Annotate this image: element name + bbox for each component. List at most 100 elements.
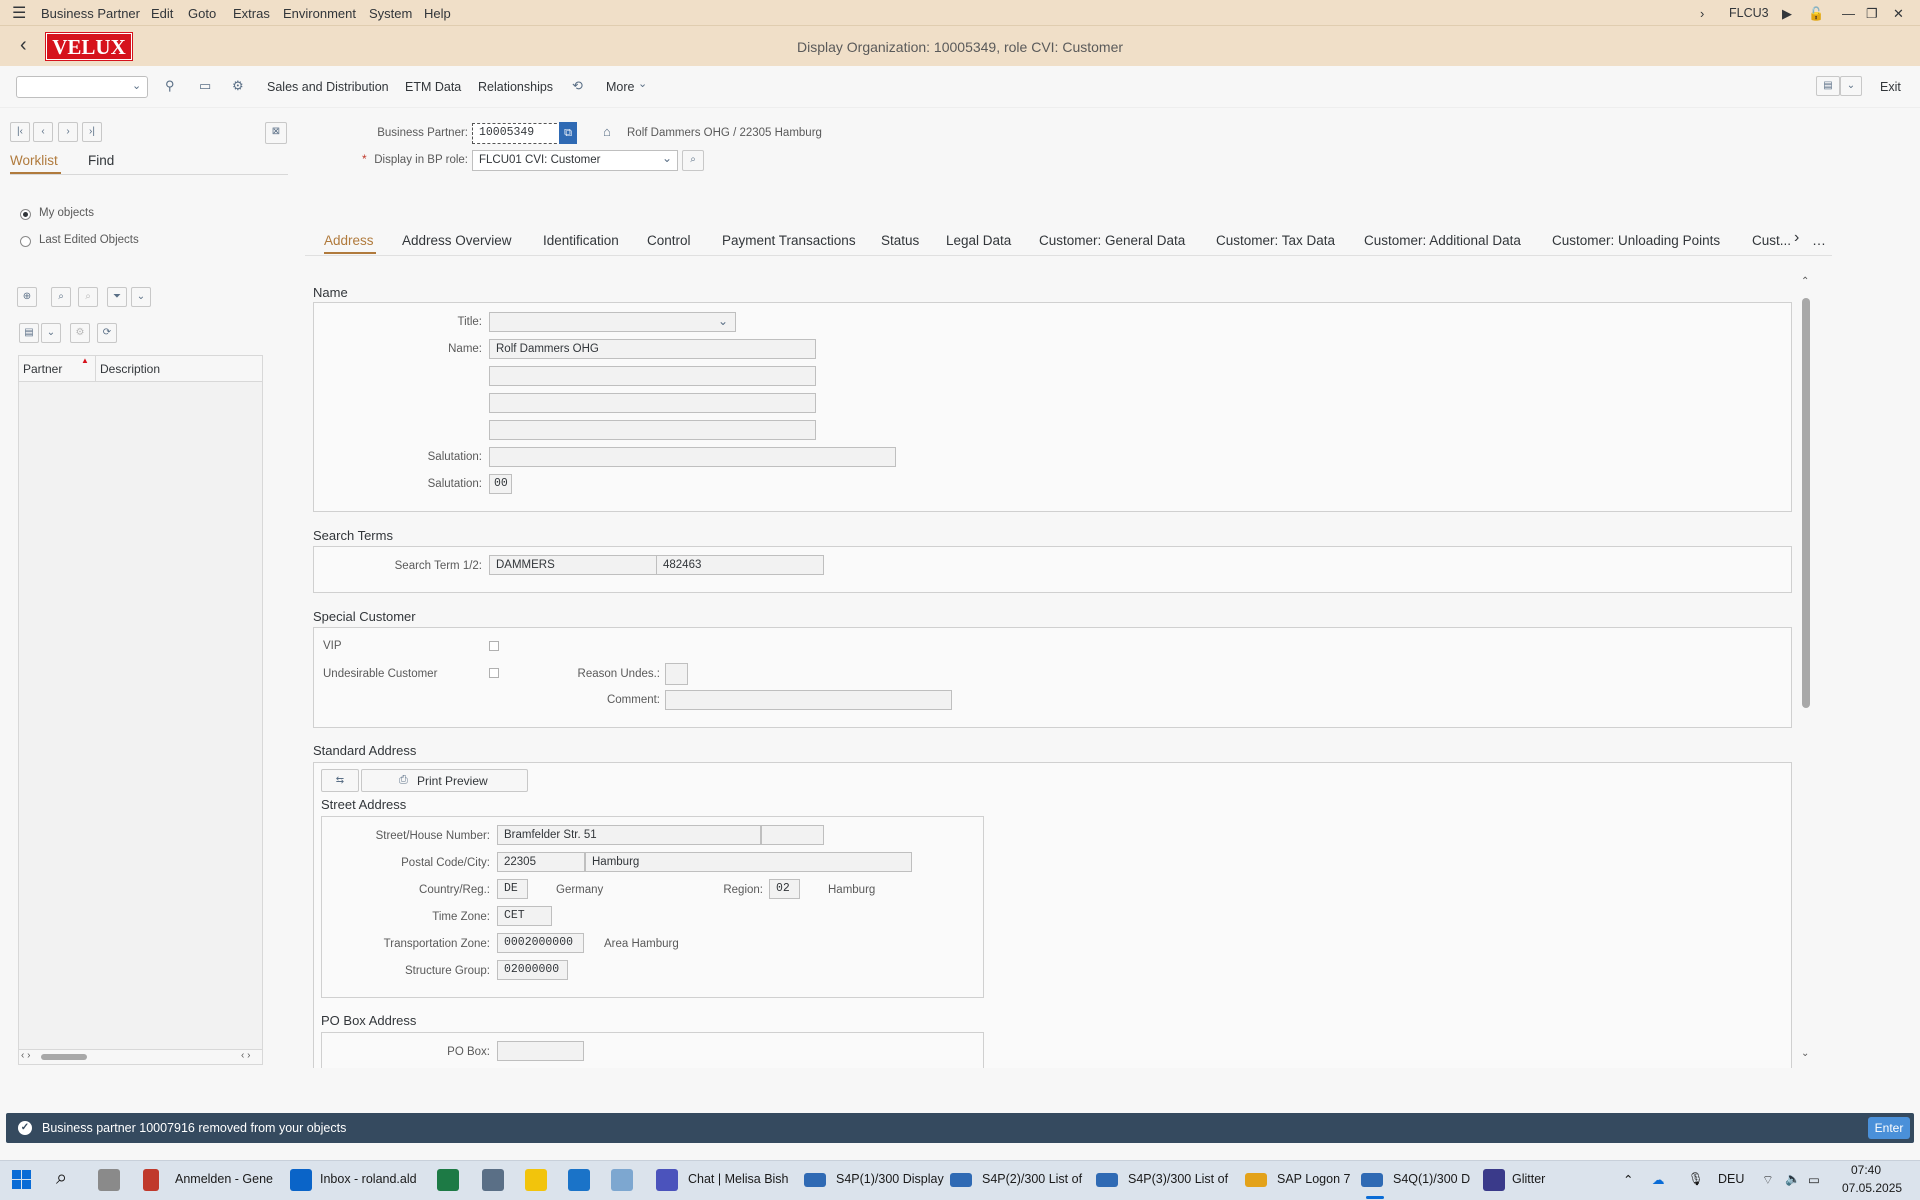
relationships-button[interactable]: Relationships [478, 80, 553, 94]
bp-role-select[interactable]: FLCU01 CVI: Customer [472, 150, 678, 171]
outlook-icon[interactable] [290, 1169, 312, 1191]
menu-extras[interactable]: Extras [233, 6, 270, 21]
undesirable-checkbox[interactable] [489, 668, 499, 678]
sap-gui-icon-1[interactable] [804, 1173, 826, 1187]
print-preview-button[interactable]: ⎙ Print Preview [361, 769, 528, 792]
taskbar-app-s4p1[interactable]: S4P(1)/300 Display [836, 1172, 944, 1186]
reason-field[interactable] [665, 663, 688, 685]
previous-page-icon[interactable]: ‹ [33, 122, 53, 142]
search-taskbar-icon[interactable]: ⌕ [56, 1167, 67, 1190]
taskbar-app-inbox[interactable]: Inbox - roland.ald [320, 1172, 417, 1186]
taskbar-app-s4p3[interactable]: S4P(3)/300 List of [1128, 1172, 1228, 1186]
tab-legal-data[interactable]: Legal Data [946, 233, 1011, 248]
zoom-in-icon[interactable]: ⊕ [17, 287, 37, 307]
restore-icon[interactable]: ❐ [1866, 6, 1878, 22]
excel-icon[interactable] [437, 1169, 459, 1191]
filter-icon[interactable]: ⏷ [107, 287, 127, 307]
hamburger-menu-icon[interactable]: ☰ [12, 3, 26, 23]
close-icon[interactable]: ✕ [1893, 6, 1904, 22]
chevron-down-icon[interactable]: ⌄ [132, 79, 141, 92]
taskbar-app-anmelden[interactable]: Anmelden - Gene [175, 1172, 273, 1186]
tool-icon[interactable]: ⚙ [232, 78, 244, 94]
bp-number-field[interactable]: 10005349 [472, 123, 562, 144]
taskbar-time[interactable]: 07:40 [1851, 1163, 1881, 1177]
city-field[interactable]: Hamburg [585, 852, 912, 872]
search-next-icon[interactable]: ⌕ [78, 287, 98, 307]
collapse-panel-icon[interactable]: ⊠ [265, 122, 287, 144]
volume-icon[interactable]: 🔈 [1785, 1172, 1801, 1187]
menu-edit[interactable]: Edit [151, 6, 173, 21]
tab-address[interactable]: Address [324, 233, 374, 248]
search-icon[interactable]: ⌕ [51, 287, 71, 307]
calculator-icon[interactable] [482, 1169, 504, 1191]
layout-chevron-down-icon[interactable]: ⌄ [1840, 76, 1862, 96]
col-description[interactable]: Description [100, 362, 160, 376]
radio-my-objects[interactable] [20, 209, 31, 220]
enter-button[interactable]: Enter [1868, 1117, 1910, 1139]
name-field-1[interactable]: Rolf Dammers OHG [489, 339, 816, 359]
sticky-notes-icon[interactable] [525, 1169, 547, 1191]
transport-zone-field[interactable]: 0002000000 [497, 933, 584, 953]
tab-address-overview[interactable]: Address Overview [402, 233, 512, 248]
menu-business-partner[interactable]: Business Partner [41, 6, 140, 21]
first-page-icon[interactable]: |‹ [10, 122, 30, 142]
onedrive-icon[interactable]: ☁ [1652, 1172, 1665, 1187]
search-term-2-field[interactable]: 482463 [656, 555, 824, 575]
search-term-1-field[interactable]: DAMMERS [489, 555, 657, 575]
value-help-icon[interactable]: ⧉ [559, 122, 577, 144]
menu-system[interactable]: System [369, 6, 412, 21]
tab-find[interactable]: Find [88, 153, 114, 168]
col-partner[interactable]: Partner [23, 362, 62, 376]
postal-code-field[interactable]: 22305 [497, 852, 585, 872]
title-select[interactable] [489, 312, 736, 332]
tabs-next-icon[interactable]: › [1794, 229, 1799, 247]
chevron-right-icon[interactable]: › [1700, 6, 1704, 21]
calendar-icon[interactable]: ▭ [199, 78, 211, 94]
settings-icon[interactable]: ⚙ [70, 323, 90, 343]
taskbar-app-s4p2[interactable]: S4P(2)/300 List of [982, 1172, 1082, 1186]
etm-data-button[interactable]: ETM Data [405, 80, 461, 94]
minimize-icon[interactable]: — [1842, 6, 1855, 21]
sap-gui-icon-2[interactable] [950, 1173, 972, 1187]
unlock-icon[interactable]: 🔓 [1808, 6, 1824, 22]
main-vscrollbar[interactable]: ⌃ ⌄ [1799, 276, 1813, 1068]
list-view-chevron-icon[interactable]: ⌄ [41, 323, 61, 343]
person-edit-icon[interactable]: ⚲ [165, 78, 175, 94]
refresh-icon[interactable]: ⟳ [97, 323, 117, 343]
name-field-3[interactable] [489, 393, 816, 413]
worklist-hscrollbar[interactable]: ‹ › ‹ › [18, 1049, 263, 1065]
exit-button[interactable]: Exit [1880, 80, 1901, 94]
tray-chevron-up-icon[interactable]: ⌃ [1623, 1172, 1633, 1187]
tab-control[interactable]: Control [647, 233, 691, 248]
tabs-overflow-icon[interactable]: … [1812, 232, 1826, 248]
menu-help[interactable]: Help [424, 6, 451, 21]
play-icon[interactable]: ▶ [1782, 6, 1792, 22]
last-page-icon[interactable]: ›| [82, 122, 102, 142]
list-view-icon[interactable]: ▤ [19, 323, 39, 343]
vip-checkbox[interactable] [489, 641, 499, 651]
tab-customer-general-data[interactable]: Customer: General Data [1039, 233, 1185, 248]
layout-icon[interactable]: ▤ [1816, 76, 1840, 96]
name-field-2[interactable] [489, 366, 816, 386]
taskbar-date[interactable]: 07.05.2025 [1842, 1181, 1902, 1195]
street-field[interactable]: Bramfelder Str. 51 [497, 825, 761, 845]
next-page-icon[interactable]: › [58, 122, 78, 142]
timezone-field[interactable]: CET [497, 906, 552, 926]
region-field[interactable]: 02 [769, 879, 800, 899]
microphone-icon[interactable]: 🎙 [1688, 1172, 1704, 1187]
image-viewer-icon[interactable] [611, 1169, 633, 1191]
tab-customer-unloading-points[interactable]: Customer: Unloading Points [1552, 233, 1720, 248]
taskbar-app-saplogon[interactable]: SAP Logon 7 [1277, 1172, 1350, 1186]
app-icon-anmelden[interactable] [143, 1169, 159, 1191]
sap-gui-icon-3[interactable] [1096, 1173, 1118, 1187]
menu-goto[interactable]: Goto [188, 6, 216, 21]
role-search-icon[interactable]: ⌕ [682, 150, 704, 171]
tab-worklist[interactable]: Worklist [10, 153, 58, 168]
tab-customer-more[interactable]: Cust... [1752, 233, 1791, 248]
command-field[interactable] [16, 76, 148, 98]
sap-gui-icon-4[interactable] [1361, 1173, 1383, 1187]
tab-customer-tax-data[interactable]: Customer: Tax Data [1216, 233, 1335, 248]
task-view-icon[interactable] [98, 1169, 120, 1191]
country-field[interactable]: DE [497, 879, 528, 899]
salutation2-field[interactable]: 00 [489, 474, 512, 494]
